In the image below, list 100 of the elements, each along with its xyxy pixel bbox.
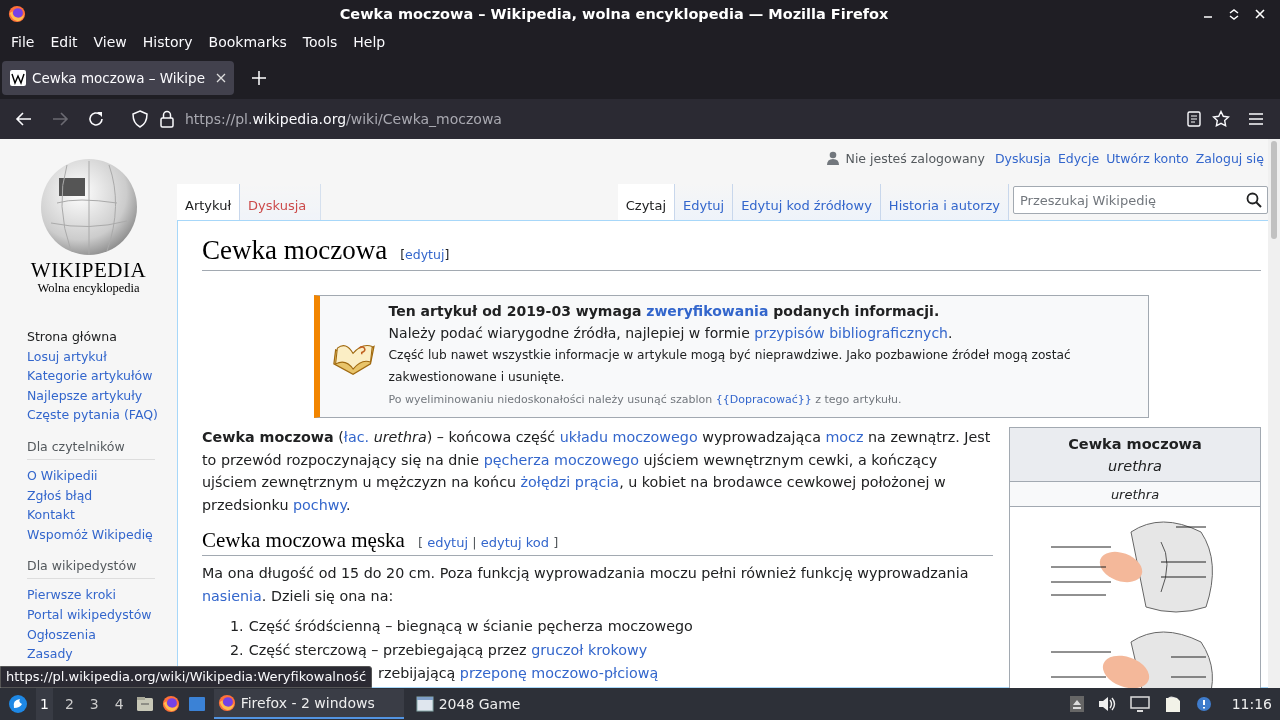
taskbar-task[interactable]: 2048 Game bbox=[411, 689, 602, 719]
menu-icon[interactable] bbox=[1248, 111, 1264, 127]
window-title: Cewka moczowa – Wikipedia, wolna encyklopedia — Mozilla Firefox bbox=[338, 6, 890, 22]
sidebar-link[interactable]: O Wikipedii bbox=[27, 465, 177, 486]
sidebar-link[interactable]: Kontakt bbox=[27, 505, 177, 525]
edit-section-link: [ edytuj | edytuj kod ] bbox=[417, 535, 559, 550]
personal-link[interactable]: Dyskusja bbox=[994, 150, 1051, 166]
view-tab[interactable]: Edytuj bbox=[675, 184, 734, 220]
back-icon[interactable] bbox=[15, 110, 33, 128]
workspace-button[interactable]: 4 bbox=[110, 688, 128, 720]
sidebar-link[interactable]: Zgłoś błąd bbox=[27, 485, 177, 506]
maximize-icon[interactable] bbox=[1228, 8, 1240, 20]
link[interactable]: mocz bbox=[825, 429, 864, 445]
link[interactable]: pęcherza moczowego bbox=[483, 451, 640, 468]
link[interactable]: zweryfikowania bbox=[646, 303, 769, 319]
menu-item[interactable]: History bbox=[134, 31, 201, 53]
search-icon[interactable] bbox=[1246, 192, 1262, 208]
menu-item[interactable]: Bookmarks bbox=[200, 31, 295, 53]
menu-item[interactable]: File bbox=[3, 31, 43, 53]
lock-icon[interactable] bbox=[159, 110, 175, 128]
sidebar-link[interactable]: Częste pytania (FAQ) bbox=[27, 405, 177, 425]
eject-icon[interactable] bbox=[1069, 696, 1084, 712]
shield-icon[interactable] bbox=[131, 110, 149, 128]
notes-icon[interactable] bbox=[1163, 695, 1182, 713]
lead-paragraph: Cewka moczowa (łac. urethra) – końcowa część układu moczowego wyprowadzająca mocz na zewnątrz. Jest to przewód rozpoczynający się na dnie pęcherza moczowego ujściem wewnętrznym cewki, a kończący ujściem zewnętrznym u mężczyzn na końcu żołędzi prącia, u kobiet na brodawce cewkowej położonej w przedsionku pochwy. bbox=[202, 428, 992, 515]
view-tab[interactable]: Czytaj bbox=[617, 184, 676, 220]
link[interactable]: edytuj bbox=[427, 535, 469, 550]
sidebar-link[interactable]: Portal wikipedystów bbox=[27, 604, 177, 625]
notification-icon[interactable] bbox=[1195, 696, 1212, 712]
view-tab[interactable]: Edytuj kod źródłowy bbox=[733, 184, 881, 220]
list-number: 1. bbox=[230, 617, 244, 636]
bookmark-star-icon[interactable] bbox=[1212, 110, 1230, 128]
volume-icon[interactable] bbox=[1097, 696, 1116, 712]
section-paragraph: Ma ona długość od 15 do 20 cm. Poza funkcją wyprowadzania moczu pełni również funkcję wyprowadzania nasienia. Dzieli się ona na: bbox=[202, 564, 970, 606]
start-menu-icon[interactable] bbox=[8, 694, 28, 714]
view-tab[interactable]: Historia i autorzy bbox=[880, 184, 1009, 220]
taskbar-task[interactable]: Firefox - 2 windows bbox=[213, 689, 404, 719]
notice-text: Należy podać wiarygodne źródła, najlepiej w formie przypisów bibliograficznych. bbox=[388, 324, 954, 343]
file-manager-icon[interactable] bbox=[135, 695, 154, 713]
window-icon[interactable] bbox=[187, 695, 206, 713]
link[interactable]: gruczoł krokowy bbox=[531, 641, 648, 658]
workspace-button[interactable]: 2 bbox=[60, 688, 78, 720]
workspace-button[interactable]: 3 bbox=[85, 688, 103, 720]
link[interactable]: edytuj kod bbox=[480, 535, 549, 550]
reload-icon[interactable] bbox=[87, 110, 105, 128]
link[interactable]: pochwy bbox=[293, 496, 346, 513]
menu-item[interactable]: Help bbox=[345, 31, 394, 53]
section-heading: Cewka moczowa męska bbox=[202, 528, 405, 553]
wikipedia-wordmark[interactable]: WIKIPEDIA bbox=[30, 259, 147, 281]
close-icon[interactable] bbox=[1254, 8, 1266, 20]
sidebar-link[interactable]: Wspomóż Wikipedię bbox=[27, 524, 177, 545]
list-number: 2. bbox=[230, 640, 244, 660]
wikipedia-tagline: Wolna encyklopedia bbox=[37, 281, 140, 296]
edit-section-link: [edytuj] bbox=[400, 247, 450, 262]
list-item: rzebijającą przeponę moczowo-płciową bbox=[378, 664, 659, 683]
login-status: Nie jesteś zalogowany bbox=[845, 150, 985, 166]
clock: 11:16 bbox=[1231, 696, 1272, 712]
firefox-icon bbox=[217, 694, 236, 712]
sidebar-link[interactable]: Ogłoszenia bbox=[27, 624, 177, 645]
infobox-subtitle: urethra bbox=[1108, 457, 1162, 476]
page-tab[interactable]: Artykuł bbox=[177, 184, 241, 220]
sidebar-heading: Dla wikipedystów bbox=[27, 558, 155, 580]
link[interactable]: edytuj bbox=[405, 247, 445, 262]
close-tab-icon[interactable] bbox=[216, 72, 226, 83]
list-item: Część śródścienną – biegnącą w ścianie pęcherza moczowego bbox=[248, 617, 693, 636]
sidebar-link[interactable]: Strona główna bbox=[27, 327, 177, 347]
sidebar-link[interactable]: Najlepsze artykuły bbox=[27, 385, 177, 406]
sidebar-link[interactable]: Kategorie artykułów bbox=[27, 366, 177, 386]
list-item: Część sterczową – przebiegającą przez gruczoł krokowy bbox=[248, 640, 648, 660]
notice-footnote: Po wyeliminowaniu niedoskonałości należy usunąć szablon {{Dopracować}} z tego artykułu. bbox=[388, 392, 903, 408]
notice-heading: Ten artykuł od 2019-03 wymaga zweryfikowania podanych informacji. bbox=[388, 302, 941, 321]
menu-item[interactable]: Tools bbox=[294, 31, 346, 53]
personal-link[interactable]: Edycje bbox=[1057, 150, 1100, 166]
network-icon[interactable] bbox=[1129, 696, 1150, 712]
link[interactable]: łac. bbox=[343, 429, 370, 445]
link[interactable]: przeponę moczowo-płciową bbox=[459, 665, 659, 681]
reader-view-icon[interactable] bbox=[1186, 110, 1202, 128]
menu-item[interactable]: Edit bbox=[42, 31, 86, 53]
workspace-button[interactable]: 1 bbox=[36, 688, 53, 720]
link[interactable]: żołędzi prącia bbox=[520, 474, 620, 490]
user-icon bbox=[826, 151, 839, 165]
browser-tab[interactable]: Cewka moczowa – Wikipe bbox=[2, 60, 234, 95]
wikipedia-favicon-icon bbox=[10, 69, 26, 86]
page-tab[interactable]: Dyskusja bbox=[240, 184, 322, 220]
link[interactable]: układu moczowego bbox=[559, 429, 698, 445]
sidebar-link[interactable]: Pierwsze kroki bbox=[27, 585, 177, 605]
sidebar-link[interactable]: Zasady bbox=[27, 644, 177, 664]
link-status-tooltip: https://pl.wikipedia.org/wiki/Wikipedia:Weryfikowalność bbox=[0, 666, 373, 688]
notice-warning: Część lub nawet wszystkie informacje w artykule mogą być nieprawdziwe. Jako pozbawione źródeł mogą zostać zakwestionowane i usunięte. bbox=[388, 347, 1072, 386]
scrollbar-thumb[interactable] bbox=[1271, 141, 1277, 239]
menu-item[interactable]: View bbox=[85, 31, 135, 53]
link[interactable]: nasienia bbox=[202, 587, 262, 604]
search-field[interactable]: Przeszukaj Wikipedię bbox=[1013, 186, 1268, 214]
personal-link[interactable]: Utwórz konto bbox=[1106, 150, 1189, 166]
new-tab-icon[interactable] bbox=[252, 70, 266, 85]
link[interactable]: {{Dopracować}} bbox=[715, 393, 812, 406]
personal-link[interactable]: Zaloguj się bbox=[1195, 150, 1264, 166]
forward-icon[interactable] bbox=[51, 110, 69, 128]
sidebar-link[interactable]: Losuj artykuł bbox=[27, 346, 177, 367]
link[interactable]: przypisów bibliograficznych bbox=[754, 325, 948, 341]
